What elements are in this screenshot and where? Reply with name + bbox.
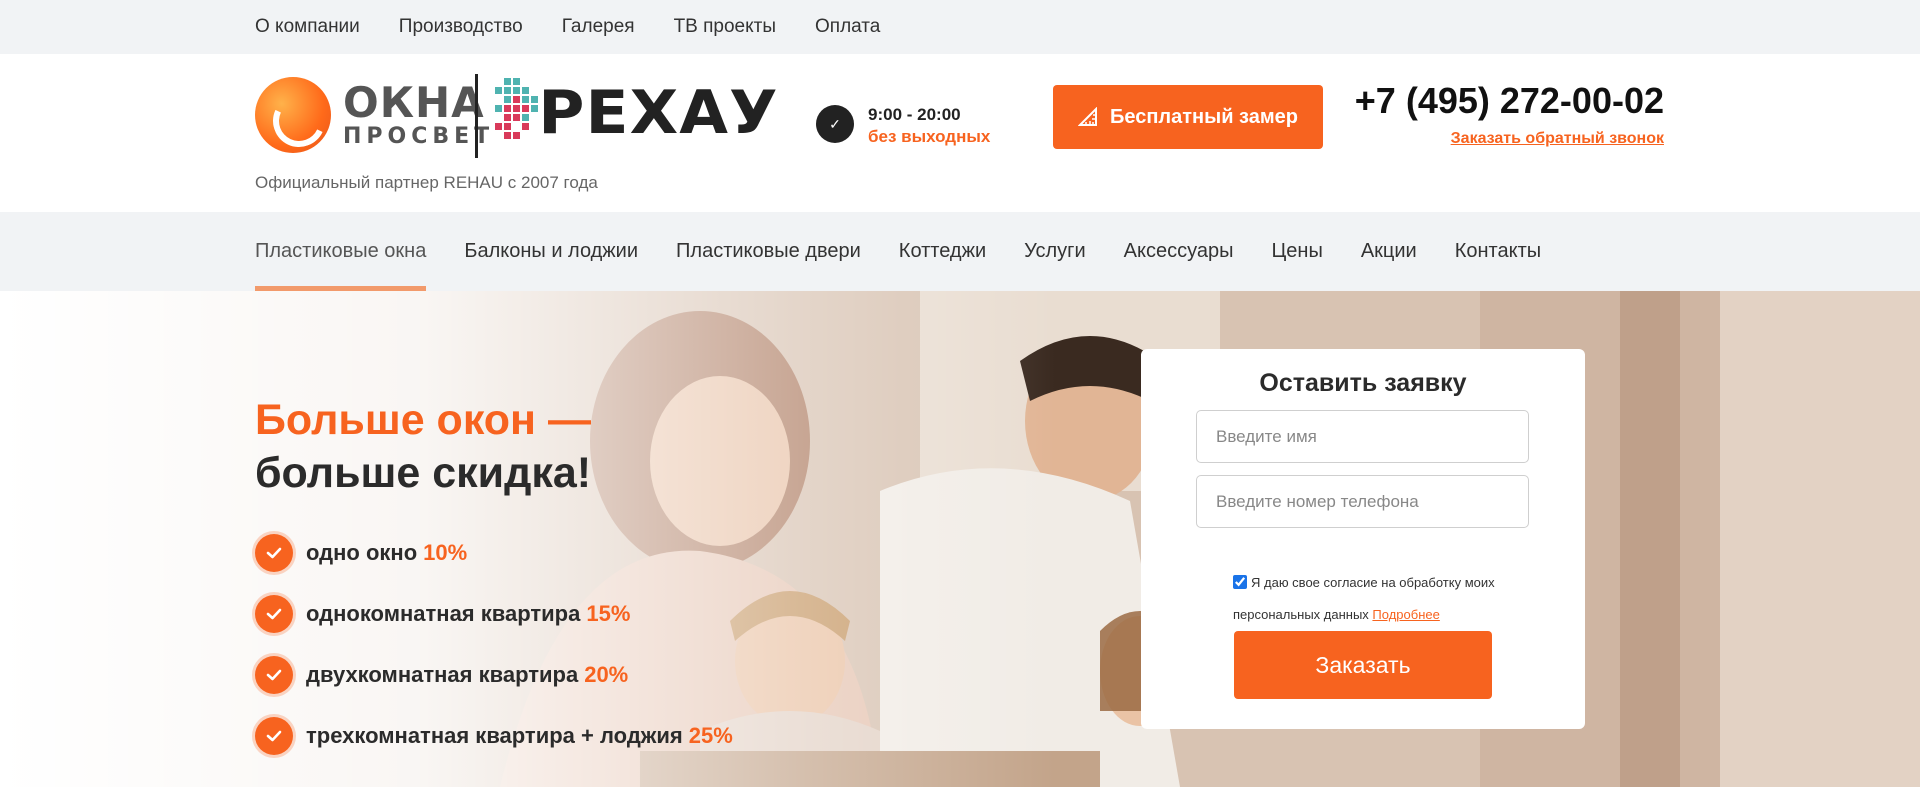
hours-text: 9:00 - 20:00 [868, 105, 961, 124]
main-nav-plastic-doors[interactable]: Пластиковые двери [676, 212, 861, 291]
consent-text: Я даю свое согласие на обработку моих пе… [1233, 575, 1495, 622]
hero-title: Больше окон — больше скидка! [255, 394, 591, 500]
check-icon [255, 594, 293, 633]
logo-word-okna: ОКНА [343, 78, 485, 127]
check-icon [255, 533, 293, 572]
okna-prosvet-logo[interactable]: ОКНА ПРОСВЕТ [255, 77, 494, 153]
main-nav-bar: Пластиковые окна Балконы и лоджии Пласти… [0, 212, 1920, 291]
order-submit-button[interactable]: Заказать [1234, 631, 1492, 699]
discount-percent: 15% [586, 600, 631, 626]
main-nav-plastic-windows[interactable]: Пластиковые окна [255, 212, 427, 291]
discount-percent: 10% [423, 539, 468, 565]
consent-block: Я даю свое согласие на обработку моих пе… [1233, 567, 1513, 631]
form-title: Оставить заявку [1259, 369, 1467, 397]
top-nav-tv-projects[interactable]: ТВ проекты [674, 16, 776, 38]
logo-circle-icon [255, 77, 331, 153]
top-nav: О компании Производство Галерея ТВ проек… [255, 0, 880, 54]
clock-icon: ✓ [816, 105, 854, 143]
logo-word-prosvet: ПРОСВЕТ [343, 124, 495, 149]
main-nav-cottages[interactable]: Коттеджи [899, 212, 986, 291]
days-text: без выходных [868, 127, 991, 146]
hero-banner: Больше окон — больше скидка! одно окно 1… [0, 291, 1920, 787]
main-nav-balconies[interactable]: Балконы и лоджии [464, 212, 638, 291]
name-input[interactable] [1196, 410, 1529, 463]
discount-text: одно окно [306, 539, 418, 565]
top-bar: О компании Производство Галерея ТВ проек… [0, 0, 1920, 54]
top-nav-about[interactable]: О компании [255, 16, 360, 38]
free-measure-button[interactable]: Бесплатный замер [1053, 85, 1323, 149]
consent-more-link[interactable]: Подробнее [1372, 607, 1439, 622]
rehau-logo-text: РЕХАУ [538, 78, 779, 148]
main-nav: Пластиковые окна Балконы и лоджии Пласти… [255, 212, 1541, 291]
logo-divider [475, 74, 478, 158]
check-icon [255, 716, 293, 755]
working-hours: 9:00 - 20:00 без выходных [868, 104, 990, 148]
hero-title-line2: больше скидка! [255, 449, 592, 497]
main-nav-services[interactable]: Услуги [1024, 212, 1086, 291]
top-nav-payment[interactable]: Оплата [815, 16, 880, 38]
ruler-icon [1077, 107, 1097, 126]
discount-list: одно окно 10% однокомнатная квартира 15%… [255, 522, 733, 766]
top-nav-gallery[interactable]: Галерея [562, 16, 635, 38]
hero-title-line1: Больше окон — [255, 396, 591, 444]
free-measure-label: Бесплатный замер [1109, 105, 1298, 128]
top-nav-production[interactable]: Производство [399, 16, 523, 38]
rehau-pixel-icon [495, 78, 538, 139]
discount-percent: 25% [688, 722, 733, 748]
consent-checkbox[interactable] [1233, 575, 1247, 589]
callback-link[interactable]: Заказать обратный звонок [1451, 130, 1664, 148]
main-nav-accessories[interactable]: Аксессуары [1124, 212, 1234, 291]
main-nav-contacts[interactable]: Контакты [1455, 212, 1541, 291]
phone-number[interactable]: +7 (495) 272-00-02 [1355, 80, 1664, 122]
discount-item: одно окно 10% [255, 522, 733, 583]
discount-percent: 20% [584, 661, 629, 687]
discount-text: однокомнатная квартира [306, 600, 581, 626]
phone-input[interactable] [1196, 475, 1529, 528]
request-form: Оставить заявку Я даю свое согласие на о… [1141, 349, 1585, 729]
main-nav-prices[interactable]: Цены [1272, 212, 1323, 291]
discount-text: трехкомнатная квартира + лоджия [306, 722, 683, 748]
partner-text: Официальный партнер REHAU с 2007 года [255, 173, 598, 192]
discount-item: трехкомнатная квартира + лоджия 25% [255, 705, 733, 766]
discount-text: двухкомнатная квартира [306, 661, 579, 687]
header: ОКНА ПРОСВЕТ РЕХАУ Официальный партнер R… [0, 54, 1920, 212]
main-nav-promotions[interactable]: Акции [1361, 212, 1417, 291]
discount-item: однокомнатная квартира 15% [255, 583, 733, 644]
discount-item: двухкомнатная квартира 20% [255, 644, 733, 705]
check-icon [255, 655, 293, 694]
rehau-logo: РЕХАУ [495, 78, 778, 143]
